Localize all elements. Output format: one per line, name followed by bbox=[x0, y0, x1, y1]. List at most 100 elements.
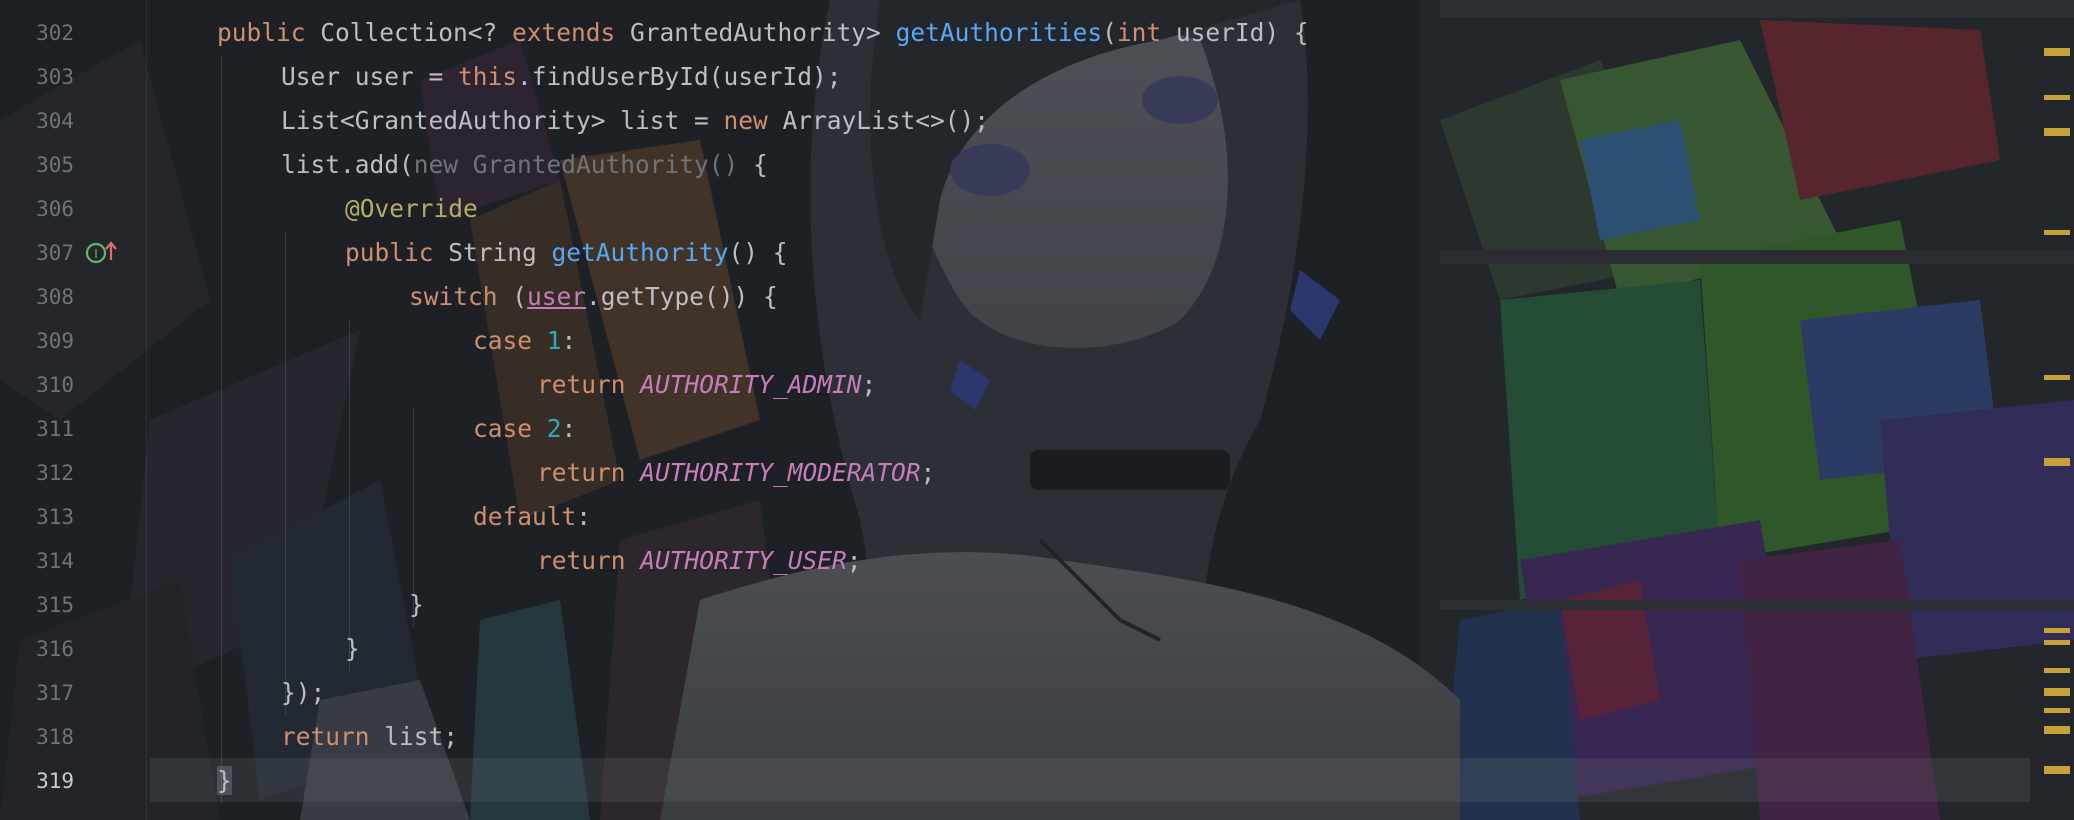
code-token: ArrayList<>(); bbox=[782, 106, 990, 135]
code-line[interactable]: default: bbox=[473, 495, 591, 539]
code-line[interactable]: list.add(new GrantedAuthority() { bbox=[281, 143, 768, 187]
code-token: case bbox=[473, 414, 547, 443]
line-number: 308 bbox=[36, 285, 74, 309]
scrollbar-marker[interactable] bbox=[2044, 95, 2070, 100]
code-token: user bbox=[527, 282, 587, 311]
line-number: 305 bbox=[36, 153, 74, 177]
code-token: userId) { bbox=[1175, 18, 1309, 47]
scrollbar-marker[interactable] bbox=[2044, 628, 2070, 633]
scrollbar-marker[interactable] bbox=[2044, 766, 2070, 774]
gutter-divider bbox=[146, 0, 147, 820]
code-editor[interactable]: 302 303 304 305 306 307 308 309 310 311 312 313 314 3… bbox=[0, 0, 2074, 820]
code-token: String bbox=[448, 238, 552, 267]
code-token: () { bbox=[728, 238, 788, 267]
code-token: public bbox=[217, 18, 321, 47]
scrollbar-marker[interactable] bbox=[2044, 688, 2070, 696]
code-token: switch bbox=[409, 282, 513, 311]
code-token: Collection<? bbox=[320, 18, 513, 47]
code-area[interactable]: public Collection<? extends GrantedAutho… bbox=[150, 0, 2030, 820]
code-token: new GrantedAuthority() bbox=[413, 150, 739, 179]
scrollbar-marker[interactable] bbox=[2044, 458, 2070, 466]
code-token: .findUserById(userId); bbox=[517, 62, 842, 91]
scrollbar-marker[interactable] bbox=[2044, 230, 2070, 235]
code-token: List<GrantedAuthority> list = bbox=[281, 106, 724, 135]
code-token: list.add( bbox=[281, 150, 414, 179]
scrollbar-markers[interactable] bbox=[2030, 0, 2074, 820]
code-token: AUTHORITY_MODERATOR bbox=[640, 458, 921, 487]
line-number: 306 bbox=[36, 197, 74, 221]
code-token: case bbox=[473, 326, 547, 355]
code-line[interactable]: User user = this.findUserById(userId); bbox=[281, 55, 842, 99]
current-line-highlight bbox=[150, 758, 2030, 802]
code-line[interactable]: switch (user.getType()) { bbox=[409, 275, 778, 319]
line-number: 314 bbox=[36, 549, 74, 573]
line-number: 313 bbox=[36, 505, 74, 529]
code-token: list; bbox=[384, 722, 459, 751]
code-token: return bbox=[537, 458, 641, 487]
code-token: : bbox=[576, 502, 592, 531]
line-number: 312 bbox=[36, 461, 74, 485]
line-number: 309 bbox=[36, 329, 74, 353]
code-line[interactable]: return list; bbox=[281, 715, 458, 759]
code-token: } bbox=[409, 590, 424, 619]
code-token: public bbox=[345, 238, 449, 267]
code-token: return bbox=[281, 722, 385, 751]
scrollbar-marker[interactable] bbox=[2044, 708, 2070, 713]
code-token: GrantedAuthority> bbox=[630, 18, 896, 47]
code-token: default bbox=[473, 502, 577, 531]
indent-guide bbox=[285, 231, 286, 715]
code-token: ; bbox=[861, 370, 877, 399]
code-token: } bbox=[217, 766, 232, 795]
code-token: AUTHORITY_USER bbox=[640, 546, 847, 575]
line-number: 304 bbox=[36, 109, 74, 133]
scrollbar-marker[interactable] bbox=[2044, 640, 2070, 645]
code-line[interactable]: public String getAuthority() { bbox=[345, 231, 788, 275]
code-token: int bbox=[1116, 18, 1176, 47]
code-token: : bbox=[561, 326, 577, 355]
scrollbar-marker[interactable] bbox=[2044, 668, 2070, 673]
code-line[interactable]: } bbox=[409, 583, 424, 627]
code-token: return bbox=[537, 546, 641, 575]
code-token: ; bbox=[920, 458, 936, 487]
scrollbar-marker[interactable] bbox=[2044, 375, 2070, 380]
code-token: @Override bbox=[345, 194, 478, 223]
code-line[interactable]: case 1: bbox=[473, 319, 576, 363]
code-token: ( bbox=[1102, 18, 1117, 47]
code-token: getAuthorities bbox=[895, 18, 1103, 47]
code-token: extends bbox=[512, 18, 631, 47]
line-number: 307 bbox=[36, 241, 74, 265]
code-token: .getType()) { bbox=[586, 282, 778, 311]
code-token: { bbox=[738, 150, 768, 179]
code-line[interactable]: return AUTHORITY_MODERATOR; bbox=[537, 451, 935, 495]
code-line[interactable]: List<GrantedAuthority> list = new ArrayL… bbox=[281, 99, 989, 143]
svg-text:I: I bbox=[94, 247, 98, 261]
code-token: return bbox=[537, 370, 641, 399]
implemented-method-icon[interactable]: I bbox=[84, 238, 120, 266]
code-token: } bbox=[345, 634, 360, 663]
code-line[interactable]: }); bbox=[281, 671, 325, 715]
code-token: 1 bbox=[546, 326, 562, 355]
line-number: 315 bbox=[36, 593, 74, 617]
code-token: AUTHORITY_ADMIN bbox=[640, 370, 862, 399]
line-number: 317 bbox=[36, 681, 74, 705]
code-line[interactable]: return AUTHORITY_ADMIN; bbox=[537, 363, 876, 407]
code-line[interactable]: } bbox=[217, 759, 232, 803]
code-token: 2 bbox=[546, 414, 562, 443]
code-line[interactable]: @Override bbox=[345, 187, 478, 231]
code-token: ; bbox=[846, 546, 862, 575]
indent-guide bbox=[221, 55, 222, 803]
scrollbar-marker[interactable] bbox=[2044, 128, 2070, 136]
line-number: 303 bbox=[36, 65, 74, 89]
code-token: : bbox=[561, 414, 577, 443]
line-number: 311 bbox=[36, 417, 74, 441]
scrollbar-marker[interactable] bbox=[2044, 48, 2070, 56]
code-token: new bbox=[723, 106, 783, 135]
code-line[interactable]: } bbox=[345, 627, 360, 671]
code-line[interactable]: case 2: bbox=[473, 407, 576, 451]
code-line[interactable]: public Collection<? extends GrantedAutho… bbox=[217, 11, 1309, 55]
line-number: 318 bbox=[36, 725, 74, 749]
code-line[interactable]: return AUTHORITY_USER; bbox=[537, 539, 862, 583]
gutter: 302 303 304 305 306 307 308 309 310 311 312 313 314 3… bbox=[0, 0, 150, 820]
scrollbar-marker[interactable] bbox=[2044, 726, 2070, 734]
line-number: 302 bbox=[36, 21, 74, 45]
